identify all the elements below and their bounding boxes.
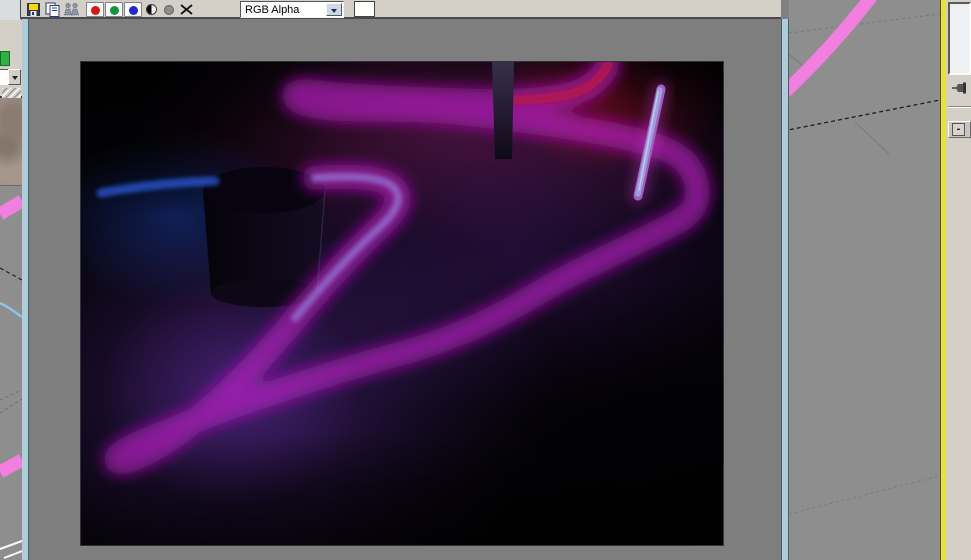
dashed-grid-line: [0, 389, 22, 401]
window-border: [781, 19, 789, 560]
chevron-down-icon[interactable]: [8, 69, 21, 85]
pushpin-icon: [952, 82, 966, 94]
perspective-viewport[interactable]: [789, 0, 940, 560]
rollout-collapse-button[interactable]: -: [952, 123, 965, 136]
tilted-stick: [631, 82, 668, 203]
magenta-neon-spline: [116, 62, 697, 462]
separator: [948, 106, 971, 108]
dashed-grid-line: [0, 267, 22, 281]
monochrome-button[interactable]: [162, 2, 176, 17]
pixel-color-swatch[interactable]: [354, 1, 375, 17]
x-icon: [180, 4, 193, 15]
left-viewport[interactable]: [0, 186, 22, 560]
grid-line: [854, 121, 890, 155]
pink-spline-wire: [0, 454, 22, 478]
texture-preview: [0, 98, 22, 186]
pink-spline-wire: [789, 0, 878, 98]
red-channel-button[interactable]: [86, 2, 104, 17]
dialog-color-swatch[interactable]: [0, 51, 10, 66]
chevron-down-icon[interactable]: [326, 3, 342, 16]
half-circle-icon: [146, 4, 157, 15]
grid-line: [789, 475, 940, 515]
pink-spline-wire: [0, 195, 22, 220]
rendered-image: [80, 61, 724, 546]
cylinder-silhouette: [203, 167, 326, 307]
dialog-dropdown-field[interactable]: [0, 69, 8, 85]
blue-spline-wire: [0, 301, 22, 319]
selected-grid-line: [789, 99, 940, 131]
pin-stack-button[interactable]: [951, 79, 968, 96]
grey-dot-icon: [164, 5, 174, 15]
white-spline-wire: [0, 540, 22, 550]
save-bitmap-icon[interactable]: [26, 2, 41, 17]
clone-frame-icon[interactable]: [45, 2, 61, 17]
clear-button[interactable]: [179, 2, 194, 17]
background-dialog-corner: [0, 20, 22, 100]
rollout-header[interactable]: -: [948, 121, 971, 138]
figures-icon[interactable]: [63, 2, 80, 17]
blue-dot-icon: [128, 5, 138, 15]
window-border: [22, 19, 29, 560]
crimson-loop: [512, 62, 613, 105]
render-window-toolbar: [20, 0, 781, 19]
green-dot-icon: [109, 5, 119, 15]
channel-display-dropdown[interactable]: RGB Alpha: [240, 1, 344, 18]
lavender-arc: [291, 177, 398, 322]
green-channel-button[interactable]: [105, 2, 123, 17]
red-dot-icon: [90, 5, 100, 15]
dropdown-value: RGB Alpha: [245, 4, 300, 16]
modifier-stack-list[interactable]: [948, 2, 971, 75]
blue-neon-segment: [97, 177, 219, 197]
dashed-grid-line: [0, 398, 22, 414]
command-panel: - E F ✔ C ✔ ✔ I: [946, 0, 971, 560]
vertical-pole: [492, 62, 514, 159]
grid-line: [789, 13, 940, 34]
background-window-strip: [0, 0, 22, 20]
alpha-channel-button[interactable]: [145, 2, 159, 17]
app-screenshot: { "toolbar": { "icons": ["save-bitmap", …: [0, 0, 971, 560]
blue-channel-button[interactable]: [124, 2, 142, 17]
white-spline-wire: [3, 550, 22, 559]
